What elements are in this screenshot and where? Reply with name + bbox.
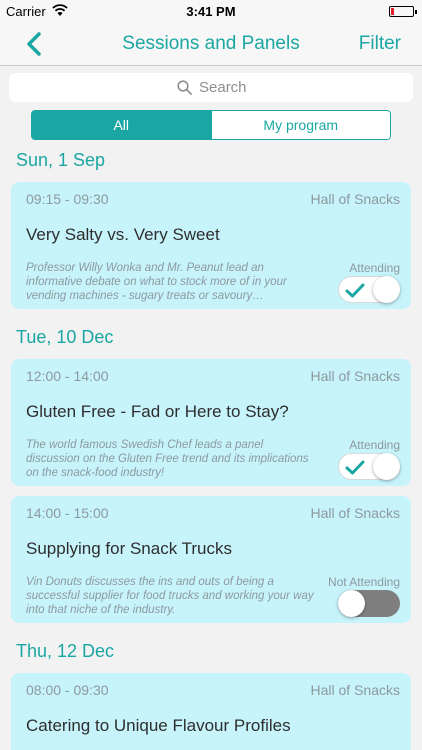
segment-all[interactable]: All	[32, 111, 211, 139]
session-card[interactable]: 12:00 - 14:00 Hall of Snacks Gluten Free…	[11, 359, 411, 486]
date-header: Sun, 1 Sep	[16, 150, 106, 170]
session-description: Professor Willy Wonka and Mr. Peanut lea…	[26, 262, 287, 302]
session-description: Vin Donuts discusses the ins and outs of…	[26, 576, 314, 616]
battery-icon	[389, 6, 417, 17]
date-header: Tue, 10 Dec	[16, 327, 114, 347]
session-title: Gluten Free - Fad or Here to Stay?	[26, 402, 289, 421]
attending-toggle[interactable]	[338, 276, 400, 303]
session-card[interactable]: 08:00 - 09:30 Hall of Snacks Catering to…	[11, 673, 411, 750]
session-time: 14:00 - 15:00	[26, 505, 109, 521]
status-bar: Carrier 3:41 PM	[0, 0, 422, 22]
segment-my-program[interactable]: My program	[210, 111, 390, 139]
attendance-status: Attending	[349, 261, 400, 275]
session-venue: Hall of Snacks	[310, 368, 400, 384]
session-venue: Hall of Snacks	[310, 682, 400, 698]
session-description: The world famous Swedish Chef leads a pa…	[26, 439, 309, 479]
clock: 3:41 PM	[186, 4, 236, 19]
session-title: Very Salty vs. Very Sweet	[26, 225, 220, 244]
navigation-bar: Sessions and Panels Filter	[0, 22, 422, 66]
search-input[interactable]: Search	[199, 79, 247, 96]
search-bar[interactable]: Search	[9, 73, 413, 102]
attendance-status: Not Attending	[327, 575, 400, 589]
session-title: Catering to Unique Flavour Profiles	[26, 716, 291, 735]
checkmark-icon	[345, 283, 365, 298]
session-time: 09:15 - 09:30	[26, 191, 109, 207]
attendance-status: Attending	[349, 438, 400, 452]
session-venue: Hall of Snacks	[310, 505, 400, 521]
toggle-knob	[338, 590, 365, 617]
program-filter-segmented-control: All My program	[31, 110, 391, 140]
session-card[interactable]: 09:15 - 09:30 Hall of Snacks Very Salty …	[11, 182, 411, 309]
checkmark-icon	[345, 460, 365, 475]
session-title: Supplying for Snack Trucks	[26, 539, 232, 558]
session-card[interactable]: 14:00 - 15:00 Hall of Snacks Supplying f…	[11, 496, 411, 623]
toggle-knob	[373, 453, 400, 480]
session-time: 08:00 - 09:30	[26, 682, 109, 698]
search-icon	[177, 80, 192, 95]
session-venue: Hall of Snacks	[310, 191, 400, 207]
session-time: 12:00 - 14:00	[26, 368, 109, 384]
attending-toggle[interactable]	[338, 453, 400, 480]
filter-button[interactable]: Filter	[359, 33, 401, 55]
toggle-knob	[373, 276, 400, 303]
attending-toggle[interactable]	[338, 590, 400, 617]
date-header: Thu, 12 Dec	[16, 641, 115, 661]
